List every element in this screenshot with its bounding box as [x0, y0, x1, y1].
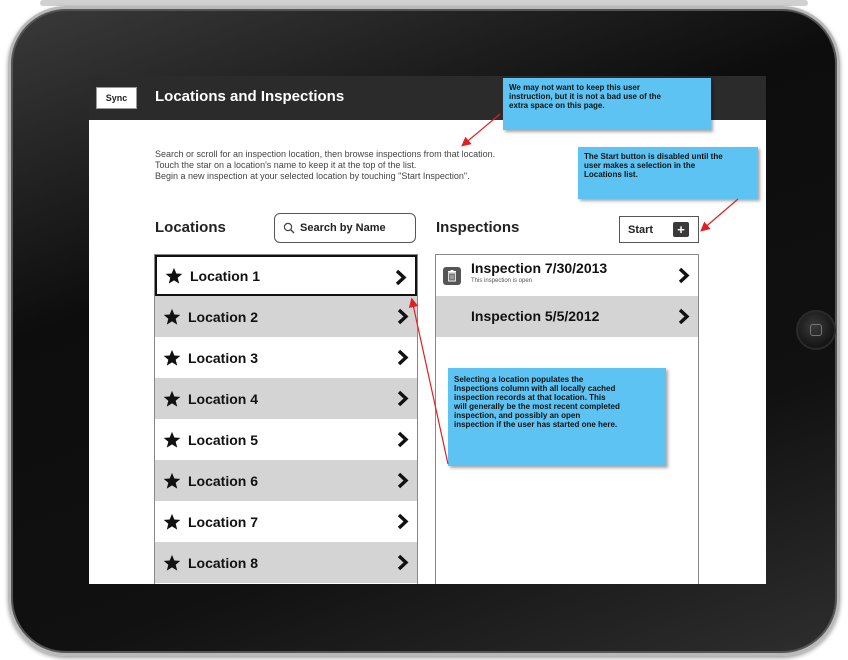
- arrow-to-location: [408, 297, 449, 465]
- arrow-to-instructions: [461, 113, 501, 147]
- callout-arrows: [408, 113, 739, 465]
- arrow-to-start: [700, 198, 739, 232]
